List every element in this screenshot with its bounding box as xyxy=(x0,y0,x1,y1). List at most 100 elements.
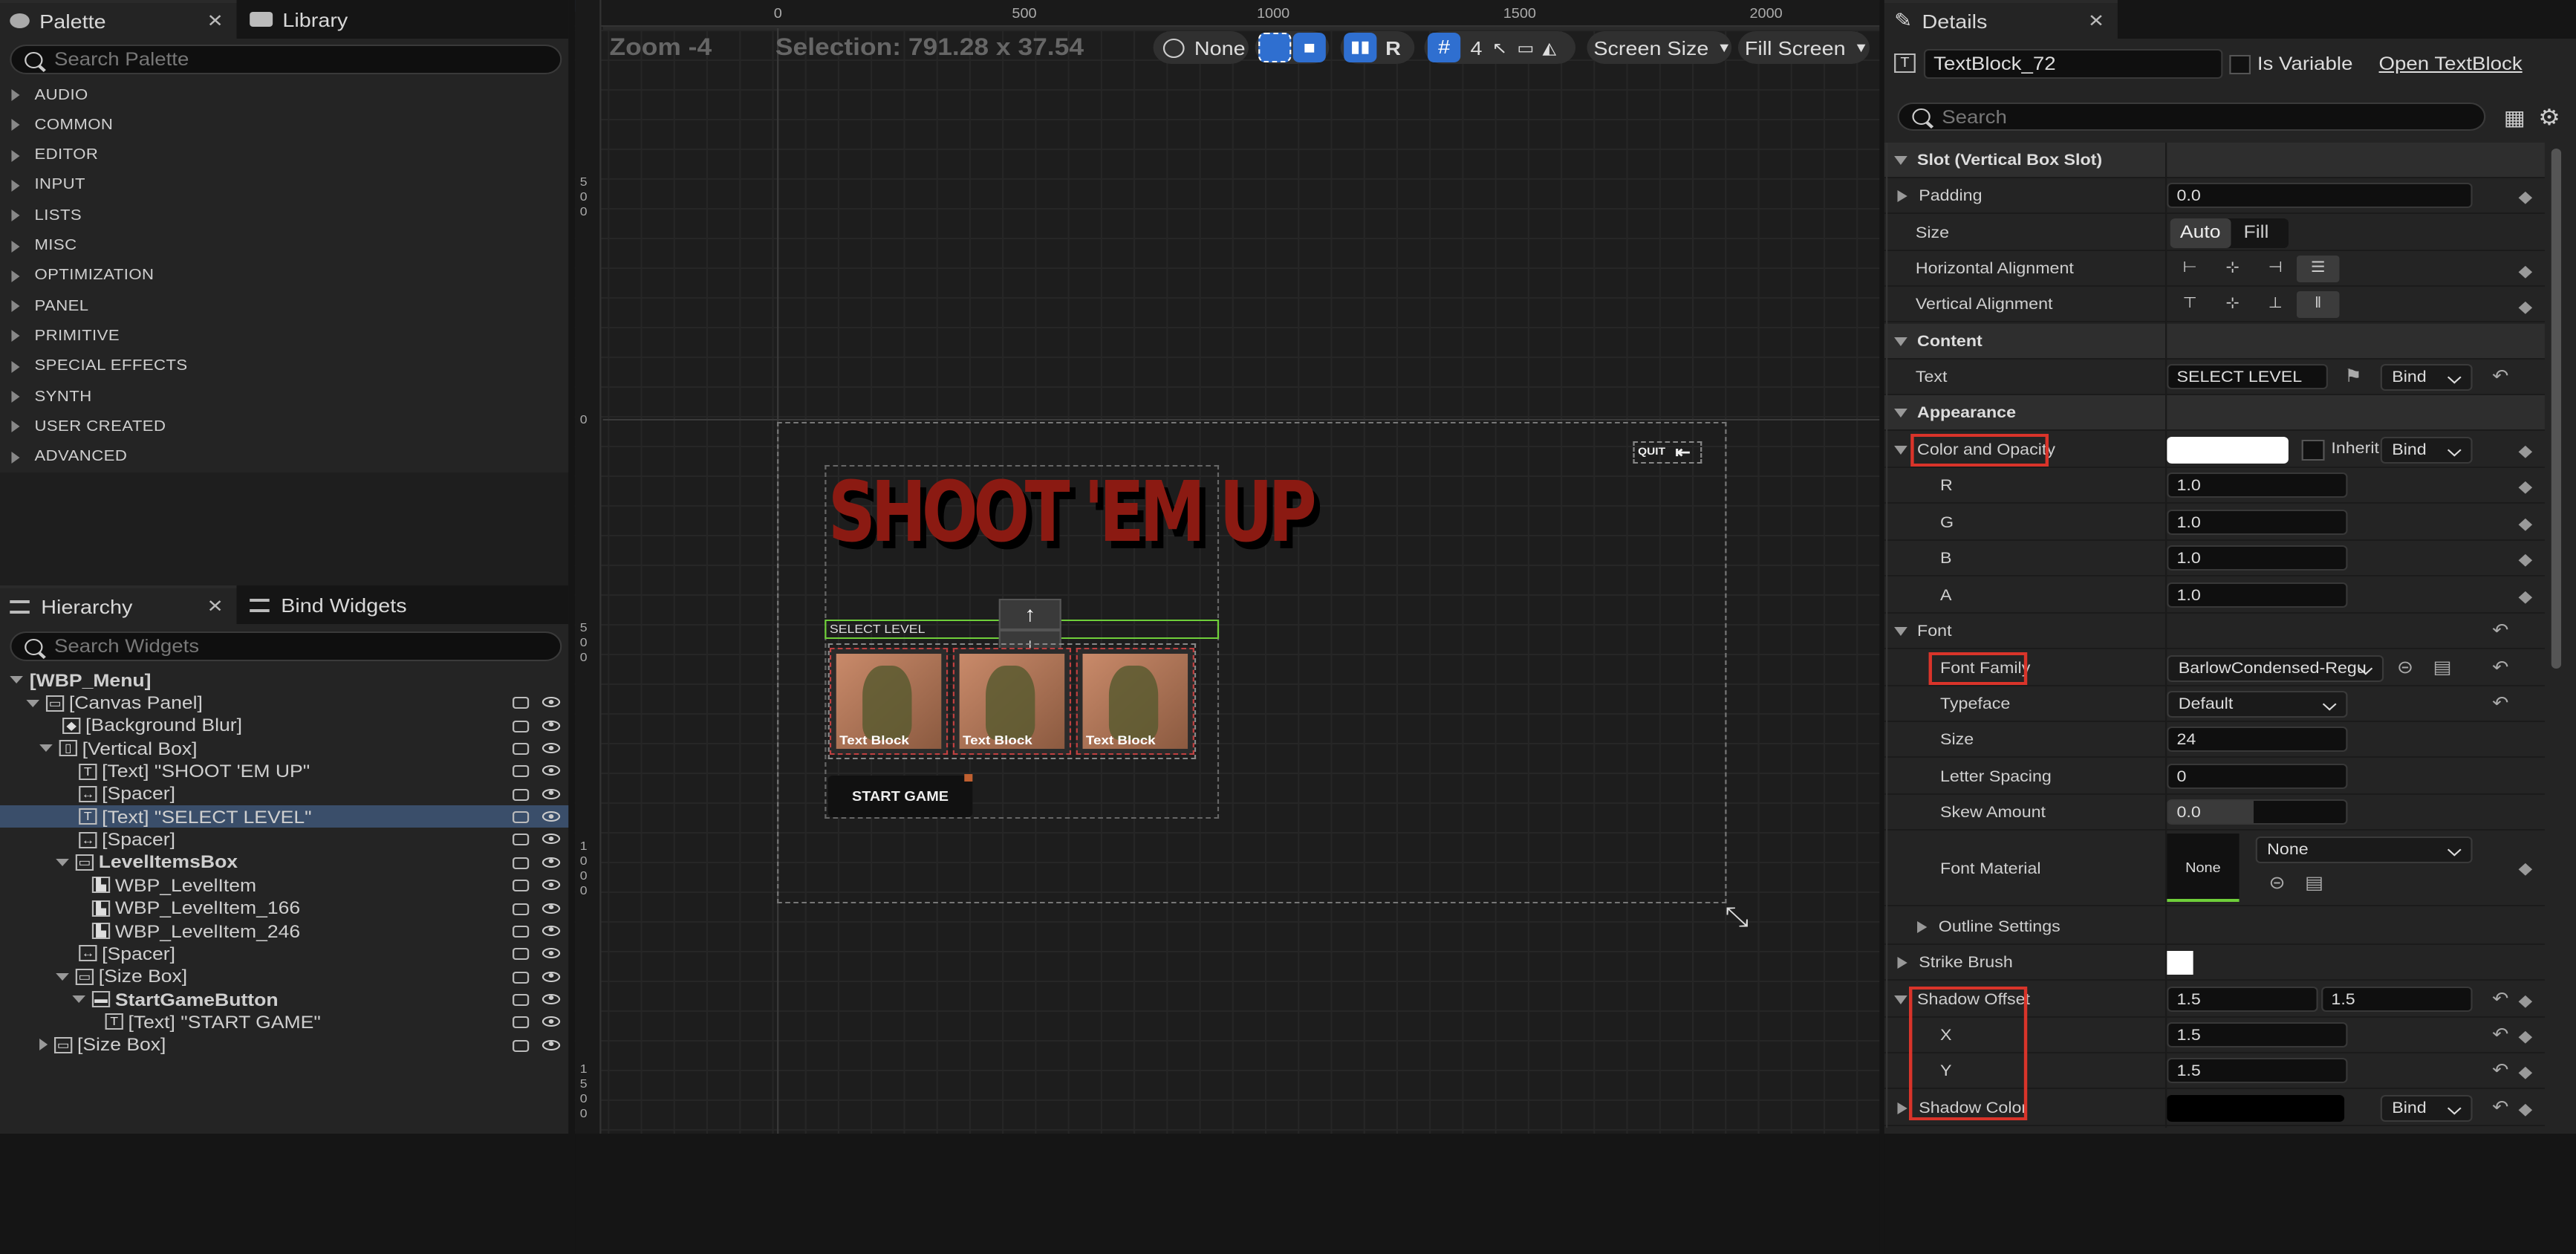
keyframe-icon[interactable]: ◆ xyxy=(2519,477,2535,496)
eye-icon[interactable] xyxy=(541,697,561,708)
collapse-icon[interactable] xyxy=(26,699,40,707)
a-input[interactable]: 1.0 xyxy=(2167,582,2348,608)
hierarchy-item[interactable]: ▭ [Size Box] xyxy=(0,965,568,988)
inherit-checkbox[interactable] xyxy=(2301,440,2325,461)
skew-input[interactable]: 0.0 xyxy=(2167,799,2348,825)
layout-icon[interactable]: ▮▮ xyxy=(1344,33,1377,62)
hierarchy-item[interactable]: ▙ WBP_LevelItem_166 xyxy=(0,897,568,920)
expand-icon[interactable] xyxy=(39,1039,48,1051)
size-auto-button[interactable]: Auto xyxy=(2170,218,2231,248)
typeface-dropdown[interactable]: Default xyxy=(2167,691,2348,718)
r-input[interactable]: 1.0 xyxy=(2167,472,2348,498)
tab-palette[interactable]: Palette ✕ xyxy=(0,0,237,39)
section-appearance[interactable]: Appearance xyxy=(1884,395,2545,432)
lock-icon[interactable] xyxy=(513,743,530,756)
eye-icon[interactable] xyxy=(541,788,561,799)
lock-icon[interactable] xyxy=(513,811,530,824)
eye-icon[interactable] xyxy=(541,743,561,754)
reset-icon[interactable]: ↶ xyxy=(2492,1059,2508,1080)
keyframe-icon[interactable]: ◆ xyxy=(2519,1027,2535,1046)
keyframe-icon[interactable]: ◆ xyxy=(2519,187,2535,207)
lock-icon[interactable] xyxy=(513,925,530,938)
eye-icon[interactable] xyxy=(541,1039,561,1050)
browse-folder-icon[interactable]: ▤ xyxy=(2305,872,2323,893)
align-fill-icon[interactable]: ☰ xyxy=(2296,256,2340,282)
browse-folder-icon[interactable]: ▤ xyxy=(2433,657,2452,678)
hierarchy-item[interactable]: ↔ [Spacer] xyxy=(0,783,568,806)
eye-icon[interactable] xyxy=(541,948,561,959)
world-space-button[interactable]: None xyxy=(1153,31,1249,64)
game-title-text[interactable]: SHOOT 'EM UP xyxy=(828,458,1317,571)
hierarchy-item[interactable]: ▙ WBP_LevelItem_246 xyxy=(0,920,568,943)
close-icon[interactable]: ✕ xyxy=(207,10,224,31)
align-vfill-icon[interactable]: ‖ xyxy=(2296,291,2340,318)
color-bind-dropdown[interactable]: Bind xyxy=(2380,437,2473,464)
x-input[interactable]: 1.5 xyxy=(2167,1022,2348,1047)
font-material-dropdown[interactable]: None xyxy=(2255,836,2473,863)
palette-category[interactable]: OPTIMIZATION xyxy=(0,261,568,291)
palette-category[interactable]: USER CREATED xyxy=(0,412,568,442)
size-fill-button[interactable]: Fill xyxy=(2231,218,2282,248)
keyframe-icon[interactable]: ◆ xyxy=(2519,587,2535,606)
dashed-box-icon[interactable] xyxy=(1258,33,1292,62)
palette-category[interactable]: PRIMITIVE xyxy=(0,322,568,351)
start-game-button[interactable]: START GAME xyxy=(827,776,973,817)
eye-icon[interactable] xyxy=(541,1016,561,1027)
palette-category[interactable]: INPUT xyxy=(0,171,568,201)
triangle-icon[interactable]: ◭ xyxy=(1542,38,1556,57)
tab-details[interactable]: ✎ Details ✕ xyxy=(1884,0,2118,39)
keyframe-icon[interactable]: ◆ xyxy=(2519,261,2535,281)
lock-icon[interactable] xyxy=(513,880,530,892)
section-slot[interactable]: Slot (Vertical Box Slot) xyxy=(1884,143,2545,179)
palette-category[interactable]: MISC xyxy=(0,231,568,261)
collapse-icon[interactable] xyxy=(56,972,69,981)
keyframe-icon[interactable]: ◆ xyxy=(2519,297,2535,316)
reset-icon[interactable]: ↶ xyxy=(2492,1024,2508,1045)
reset-icon[interactable]: ↶ xyxy=(2492,620,2508,640)
hierarchy-item[interactable]: ▭ [Size Box] xyxy=(0,1033,568,1056)
expand-icon[interactable] xyxy=(1917,920,1928,933)
grid-value[interactable]: 4 xyxy=(1470,36,1482,59)
grid-icon[interactable]: # xyxy=(1427,33,1461,62)
expand-icon[interactable] xyxy=(1897,189,1907,202)
tab-hierarchy[interactable]: Hierarchy ✕ xyxy=(0,585,237,624)
lock-icon[interactable] xyxy=(513,697,530,709)
palette-category[interactable]: SPECIAL EFFECTS xyxy=(0,351,568,381)
hierarchy-item[interactable]: ↔ [Spacer] xyxy=(0,942,568,965)
g-input[interactable]: 1.0 xyxy=(2167,510,2348,535)
tab-library[interactable]: Library xyxy=(240,0,470,39)
collapse-icon[interactable] xyxy=(56,858,69,866)
keyframe-icon[interactable]: ◆ xyxy=(2519,441,2535,461)
lock-icon[interactable] xyxy=(513,857,530,869)
details-search-input[interactable]: Search xyxy=(1897,103,2486,131)
palette-category[interactable]: PANEL xyxy=(0,291,568,321)
hierarchy-item[interactable]: [WBP_Menu] xyxy=(0,669,568,692)
hierarchy-item[interactable]: T [Text] "SELECT LEVEL" xyxy=(0,805,569,828)
eye-icon[interactable] xyxy=(541,857,561,868)
keyframe-icon[interactable]: ◆ xyxy=(2519,1099,2535,1119)
collapse-icon[interactable] xyxy=(10,676,23,684)
shadow-bind-dropdown[interactable]: Bind xyxy=(2380,1095,2473,1122)
letter-spacing-input[interactable]: 0 xyxy=(2167,764,2348,789)
shadow-offset-y-input[interactable]: 1.5 xyxy=(2321,987,2473,1012)
image-icon[interactable]: ▭ xyxy=(1517,38,1534,57)
details-scrollbar[interactable] xyxy=(2551,149,2562,669)
hierarchy-item[interactable]: ↔ [Spacer] xyxy=(0,828,568,851)
strike-brush-swatch[interactable] xyxy=(2167,951,2193,975)
palette-category[interactable]: LISTS xyxy=(0,201,568,230)
reset-icon[interactable]: ↶ xyxy=(2492,657,2508,678)
move-up-button[interactable]: ↑ xyxy=(998,599,1061,630)
palette-search-input[interactable]: Search Palette xyxy=(10,45,562,74)
hierarchy-item[interactable]: ▭ LevelItemsBox xyxy=(0,851,568,874)
eye-icon[interactable] xyxy=(541,720,561,731)
palette-category[interactable]: SYNTH xyxy=(0,382,568,412)
lock-icon[interactable]: ■ xyxy=(1292,33,1326,62)
lock-icon[interactable] xyxy=(513,765,530,778)
y-input[interactable]: 1.5 xyxy=(2167,1058,2348,1083)
palette-category[interactable]: COMMON xyxy=(0,111,568,140)
eye-icon[interactable] xyxy=(541,903,561,913)
close-icon[interactable]: ✕ xyxy=(207,596,224,617)
hierarchy-item[interactable]: T [Text] "START GAME" xyxy=(0,1011,568,1034)
hierarchy-item[interactable]: ▭ [Canvas Panel] xyxy=(0,692,568,715)
palette-category[interactable]: ADVANCED xyxy=(0,442,568,472)
